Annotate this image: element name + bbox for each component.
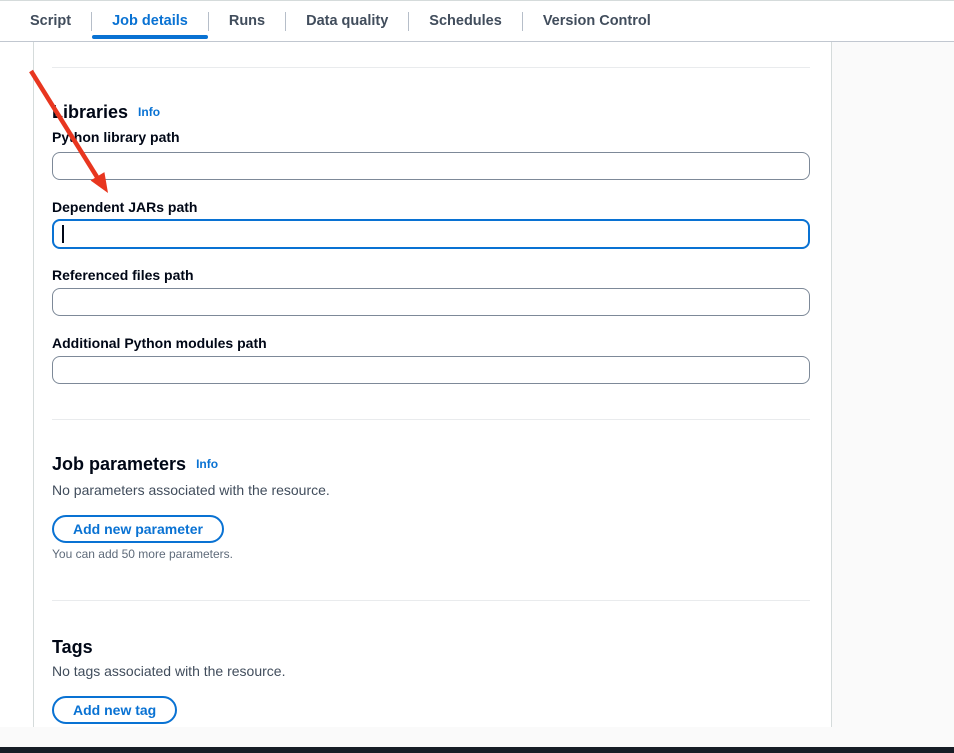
add-new-tag-button[interactable]: Add new tag [52,696,177,724]
referenced-files-path-input[interactable] [52,288,810,316]
tab-job-details-label: Job details [112,13,188,29]
referenced-files-path-label: Referenced files path [52,266,810,284]
additional-python-modules-path-label: Additional Python modules path [52,334,810,352]
tab-data-quality-label: Data quality [306,13,388,29]
text-cursor [62,225,64,243]
tags-heading-row: Tags [52,636,810,658]
tab-schedules[interactable]: Schedules [409,1,522,41]
tab-version-control-label: Version Control [543,13,651,29]
tab-version-control[interactable]: Version Control [523,1,671,41]
dependent-jars-path-field [52,219,810,249]
libraries-info-link[interactable]: Info [138,105,160,119]
tab-schedules-label: Schedules [429,13,502,29]
tab-bar: Script Job details Runs Data quality Sch… [0,0,954,42]
libraries-heading: Libraries [52,102,128,122]
additional-python-modules-path-field [52,356,810,384]
job-parameters-empty-text: No parameters associated with the resour… [52,481,810,499]
tab-data-quality[interactable]: Data quality [286,1,408,41]
referenced-files-path-field [52,288,810,316]
tags-heading: Tags [52,637,93,657]
job-parameters-heading-row: Job parameters Info [52,453,810,475]
python-library-path-field [52,152,810,180]
dependent-jars-path-label: Dependent JARs path [52,198,810,216]
left-gutter [0,42,33,727]
tags-empty-text: No tags associated with the resource. [52,662,810,680]
tab-runs[interactable]: Runs [209,1,285,41]
python-library-path-label: Python library path [52,128,810,146]
job-parameters-heading: Job parameters [52,454,186,474]
section-divider [52,67,810,68]
window-bottom-edge [0,747,954,753]
python-library-path-input[interactable] [52,152,810,180]
tab-script[interactable]: Script [10,1,91,41]
libraries-heading-row: Libraries Info [52,101,810,123]
tab-runs-label: Runs [229,13,265,29]
tab-job-details[interactable]: Job details [92,1,208,41]
tab-script-label: Script [30,13,71,29]
section-divider [52,600,810,601]
main-area: Libraries Info Python library path Depend… [0,42,954,747]
dependent-jars-path-input[interactable] [52,219,810,249]
job-details-panel: Libraries Info Python library path Depend… [33,42,832,727]
additional-python-modules-path-input[interactable] [52,356,810,384]
job-parameters-info-link[interactable]: Info [196,457,218,471]
section-divider [52,419,810,420]
add-new-parameter-button[interactable]: Add new parameter [52,515,224,543]
parameters-limit-text: You can add 50 more parameters. [52,547,810,562]
